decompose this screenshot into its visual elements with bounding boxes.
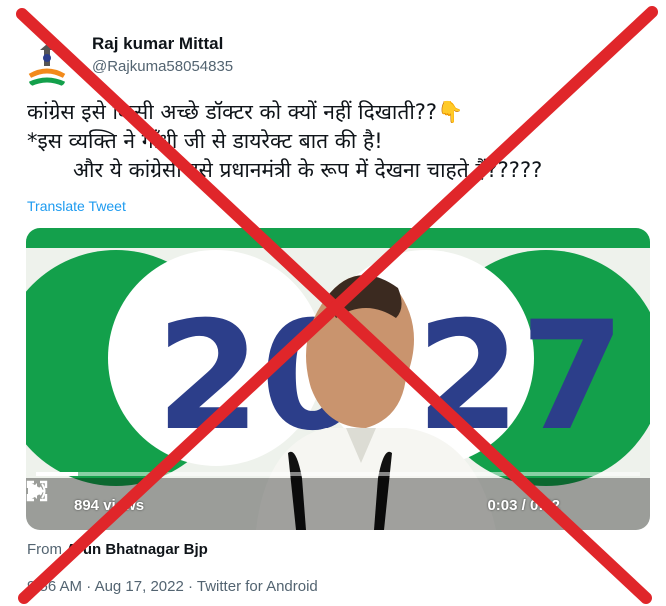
video-controls: 894 views 0:03 / 0:42 [26, 480, 650, 526]
tweet-meta: 9:56 AM · Aug 17, 2022 · Twitter for And… [27, 578, 318, 595]
display-name[interactable]: Raj kumar Mittal [92, 34, 223, 54]
tweet-client: Twitter for Android [196, 578, 318, 595]
avatar[interactable] [20, 36, 74, 90]
handle[interactable]: @Rajkuma58054835 [92, 58, 233, 75]
meta-separator: · [187, 578, 193, 595]
tweet-time[interactable]: 9:56 AM [27, 578, 82, 595]
source-attribution: From Arun Bhatnagar Bjp [27, 541, 208, 558]
video-player[interactable]: 20 27 894 views 0:03 / 0:42 [26, 228, 650, 530]
tweet-card: Raj kumar Mittal @Rajkuma58054835 कांग्र… [0, 0, 666, 606]
video-progress-fill [36, 472, 79, 476]
video-progress-bar[interactable] [36, 472, 640, 476]
tweet-text: कांग्रेस इसे किसी अच्छे डॉक्टर को क्यों … [27, 98, 657, 185]
source-prefix: From [27, 541, 62, 558]
tweet-line: और ये कांग्रेसी इसे प्रधानमंत्री के रूप … [73, 158, 543, 182]
tweet-date[interactable]: Aug 17, 2022 [95, 578, 184, 595]
meta-separator: · [86, 578, 92, 595]
video-time: 0:03 / 0:42 [487, 497, 560, 514]
view-count: 894 views [74, 497, 145, 514]
tweet-line: *इस व्यक्ति ने गाँधी जी से डायरेक्ट बात … [27, 129, 383, 153]
congress-emblem-icon [20, 36, 74, 90]
backdrop-number-right: 27 [416, 290, 625, 464]
tweet-line: कांग्रेस इसे किसी अच्छे डॉक्टर को क्यों … [27, 100, 464, 124]
fullscreen-icon[interactable] [26, 480, 48, 502]
source-author-link[interactable]: Arun Bhatnagar Bjp [66, 541, 208, 558]
translate-tweet-link[interactable]: Translate Tweet [27, 198, 126, 214]
